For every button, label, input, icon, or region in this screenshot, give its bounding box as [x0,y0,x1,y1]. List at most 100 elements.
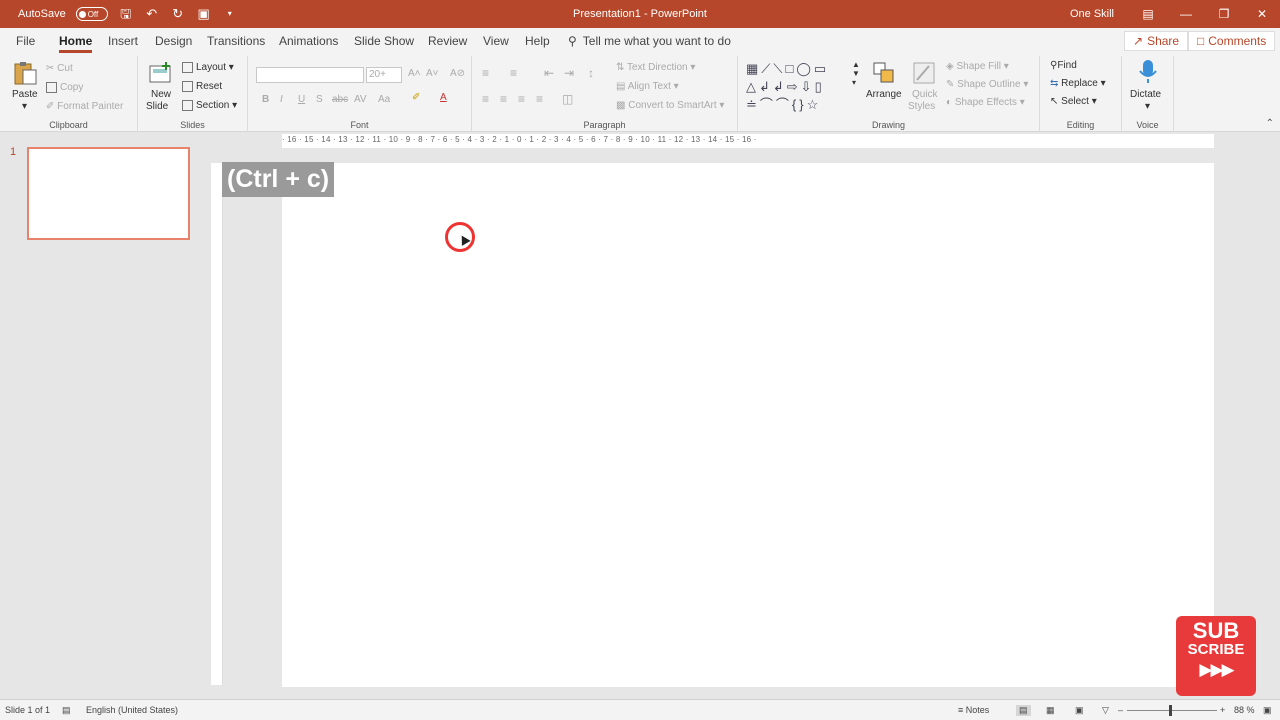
quick-styles-label-2[interactable]: Styles [908,101,935,112]
slide-canvas[interactable] [282,163,1214,687]
spelling-icon[interactable]: ▤ [62,705,71,716]
font-size-input[interactable]: 20+ [366,67,402,83]
autosave-toggle[interactable]: Off [75,7,108,21]
shadow-button[interactable]: S [316,94,323,105]
undo-icon[interactable]: ↶ [144,6,160,22]
zoom-out-icon[interactable]: – [1118,705,1123,715]
underline-button[interactable]: U [298,94,305,105]
reset-button[interactable]: Reset [182,81,222,92]
save-icon[interactable]: 🖫 [118,6,134,22]
tab-slide-show[interactable]: Slide Show [354,34,414,48]
arrange-icon[interactable] [871,60,897,86]
vertical-ruler[interactable] [211,163,223,685]
cut-button[interactable]: ✂ Cut [46,63,73,74]
bullets-icon[interactable]: ≡ [482,66,489,80]
zoom-level[interactable]: 88 % [1234,705,1255,715]
slide-sorter-icon[interactable]: ▦ [1046,705,1055,716]
tab-insert[interactable]: Insert [108,34,138,48]
paste-label[interactable]: Paste [12,89,38,100]
zoom-slider-handle[interactable] [1169,705,1172,716]
dictate-label[interactable]: Dictate [1130,89,1161,100]
layout-button[interactable]: Layout ▾ [182,62,234,73]
present-icon[interactable]: ▣ [196,6,212,22]
redo-icon[interactable]: ↻ [170,6,186,22]
gallery-scroll-icon[interactable]: ▲ ▼ ▾ [852,60,860,87]
change-case-button[interactable]: Aa [378,94,390,105]
format-painter-button[interactable]: ✐ Format Painter [46,101,123,112]
fit-to-window-icon[interactable]: ▣ [1263,705,1272,716]
quick-styles-label-1[interactable]: Quick [912,89,938,100]
comments-button[interactable]: □ Comments [1188,31,1276,51]
new-slide-label-1[interactable]: New [151,89,171,100]
new-slide-icon[interactable] [148,60,174,86]
tab-animations[interactable]: Animations [279,34,338,48]
tab-transitions[interactable]: Transitions [207,34,265,48]
tab-view[interactable]: View [483,34,509,48]
text-direction-button[interactable]: ⇅ Text Direction ▾ [616,62,695,73]
align-right-icon[interactable]: ≡ [518,92,525,106]
tab-home[interactable]: Home [59,34,93,53]
character-spacing-button[interactable]: AV [354,94,367,105]
close-icon[interactable]: ✕ [1254,7,1270,21]
italic-button[interactable]: I [280,94,283,105]
horizontal-ruler[interactable]: · 16 · 15 · 14 · 13 · 12 · 11 · 10 · 9 ·… [282,134,1214,148]
numbering-icon[interactable]: ≡ [510,66,517,80]
highlight-icon[interactable]: ✐ [412,92,420,103]
line-spacing-icon[interactable]: ↕ [588,66,594,80]
increase-indent-icon[interactable]: ⇥ [564,66,574,80]
comment-icon: □ [1197,34,1205,48]
copy-button[interactable]: Copy [46,82,83,93]
select-button[interactable]: ↖ Select ▾ [1050,96,1097,107]
lightbulb-icon: ⚲ [568,34,577,48]
ribbon-display-options-icon[interactable]: ▤ [1140,7,1156,21]
shape-outline-button[interactable]: ✎ Shape Outline ▾ [946,79,1028,90]
justify-icon[interactable]: ≡ [536,92,543,106]
paste-dropdown-icon[interactable]: ▾ [22,101,27,112]
font-name-input[interactable] [256,67,364,83]
share-button[interactable]: ↗ Share [1124,31,1189,51]
shape-fill-button[interactable]: ◈ Shape Fill ▾ [946,61,1009,72]
smartart-button[interactable]: ▩ Convert to SmartArt ▾ [616,100,724,111]
restore-icon[interactable]: ❐ [1216,7,1232,21]
user-name[interactable]: One Skill [1070,8,1114,20]
quick-styles-icon[interactable] [911,60,937,86]
grow-font-button[interactable]: A˄ [408,68,421,79]
align-center-icon[interactable]: ≡ [500,92,507,106]
clear-formatting-icon[interactable]: A⊘ [450,68,465,79]
columns-icon[interactable]: ◫ [562,92,573,106]
dictate-dropdown-icon[interactable]: ▾ [1145,101,1150,112]
shapes-gallery[interactable]: ▦⟋⟍□◯▭ △↲↲⇨⇩▯ ≐⌒⌒{}☆ [746,60,860,114]
bold-button[interactable]: B [262,94,269,105]
microphone-icon[interactable] [1135,59,1161,85]
tell-me-search[interactable]: ⚲ Tell me what you want to do [568,34,731,48]
slideshow-view-icon[interactable]: ▽ [1102,705,1109,716]
language-indicator[interactable]: English (United States) [86,705,178,715]
slide-thumbnail[interactable] [27,147,190,240]
shape-effects-button[interactable]: ◐ Shape Effects ▾ [946,97,1025,108]
align-text-button[interactable]: ▤ Align Text ▾ [616,81,679,92]
strikethrough-button[interactable]: abc [332,94,348,105]
tab-file[interactable]: File [16,34,35,48]
font-color-icon[interactable]: A [440,92,447,103]
new-slide-label-2[interactable]: Slide [146,101,168,112]
paste-icon[interactable] [12,60,38,86]
tab-review[interactable]: Review [428,34,467,48]
subscribe-badge[interactable]: SUB SCRIBE ▶▶▶ [1176,616,1256,696]
customize-qat-icon[interactable]: ▾ [222,6,238,22]
reading-view-icon[interactable]: ▣ [1075,705,1084,716]
tab-design[interactable]: Design [155,34,192,48]
collapse-ribbon-icon[interactable]: ⌃ [1266,118,1274,129]
align-left-icon[interactable]: ≡ [482,92,489,106]
arrange-label[interactable]: Arrange [866,89,902,100]
normal-view-icon[interactable]: ▤ [1016,705,1031,716]
zoom-slider-track[interactable] [1127,710,1217,711]
decrease-indent-icon[interactable]: ⇤ [544,66,554,80]
notes-button[interactable]: ≡ Notes [958,705,989,715]
find-button[interactable]: ⚲Find [1050,60,1077,71]
shrink-font-button[interactable]: A˅ [426,68,439,79]
section-button[interactable]: Section ▾ [182,100,237,111]
zoom-in-icon[interactable]: + [1220,705,1225,715]
tab-help[interactable]: Help [525,34,550,48]
minimize-icon[interactable]: — [1178,7,1194,21]
replace-button[interactable]: ⇆ Replace ▾ [1050,78,1106,89]
